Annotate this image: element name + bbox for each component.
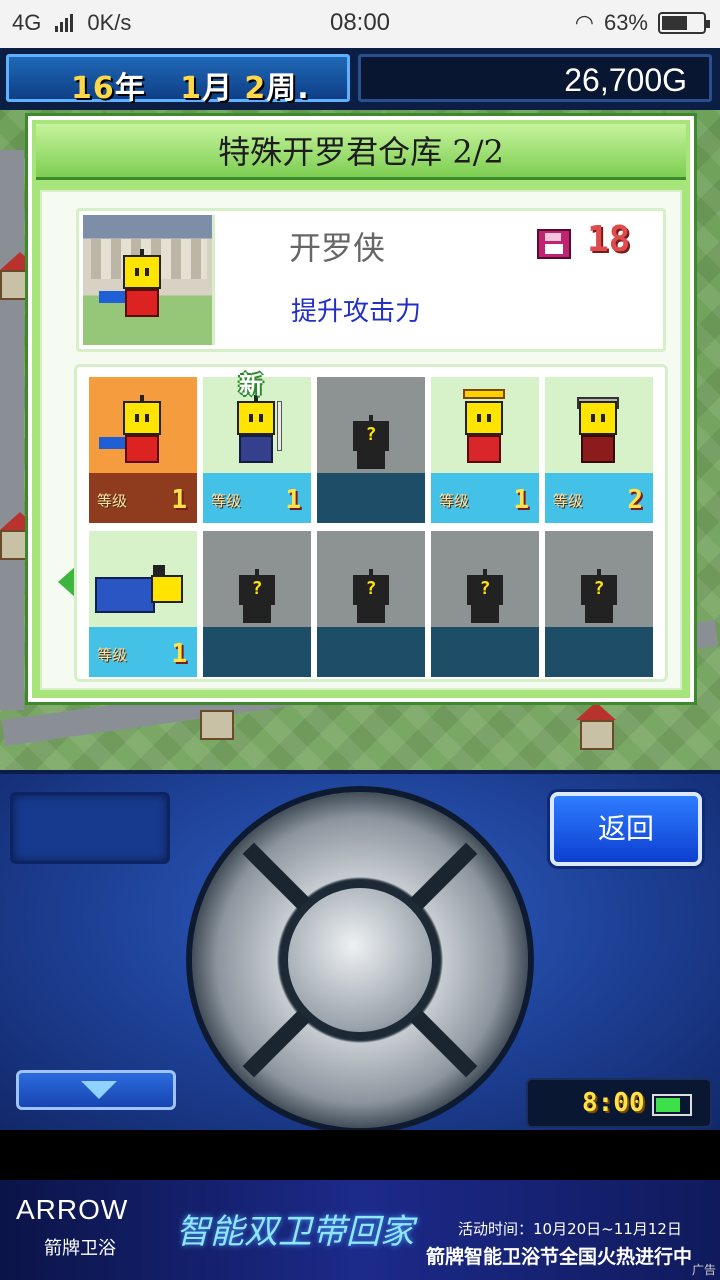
ad-banner[interactable]: ARROW 箭牌卫浴 智能双卫带回家 活动时间：10月20日~11月12日 箭牌… (0, 1180, 720, 1280)
month-number: 1 (180, 71, 202, 106)
game-clock-time: 8:00 (582, 1088, 645, 1118)
game-date: 16年 1月 2周. (6, 54, 350, 106)
character-slot-king[interactable]: 等级 1 (431, 377, 539, 523)
slot-base (203, 627, 311, 677)
empty-slot[interactable]: ? (317, 531, 425, 677)
year-unit: 年 (114, 71, 146, 106)
level-value: 1 (171, 485, 187, 515)
empty-slot[interactable]: ? (317, 377, 425, 523)
panel-body: 开罗侠 18 提升攻击力 等级 1 等级 1 新? 等级 1 等级 2 等级 1???? (40, 190, 682, 690)
locked-character-icon: ? (463, 569, 507, 623)
week-unit: 周 (266, 71, 298, 106)
level-label: 等级 (553, 492, 584, 510)
controller-panel: 返回 8:00 (0, 770, 720, 1130)
selected-name: 开罗侠 (289, 229, 386, 267)
game-hud: 16年 1月 2周. 26,700G (0, 48, 720, 110)
back-button[interactable]: 返回 (550, 792, 702, 866)
money-display: 26,700G (358, 54, 712, 102)
mystery-mark: ? (251, 578, 263, 599)
money-value: 26,700G (564, 62, 687, 98)
level-value: 1 (171, 639, 187, 669)
slot-base (317, 473, 425, 523)
ad-headline: 箭牌智能卫浴节全国火热进行中 (426, 1246, 693, 1268)
selected-effect: 提升攻击力 (291, 297, 422, 327)
level-label: 等级 (439, 492, 470, 510)
divider-band (0, 1130, 720, 1180)
slot-base (431, 627, 539, 677)
character-slot-train[interactable]: 等级 1 (89, 531, 197, 677)
locked-character-icon: ? (349, 415, 393, 469)
slot-base (545, 627, 653, 677)
mystery-mark: ? (365, 424, 377, 445)
level-label: 等级 (97, 492, 128, 510)
empty-slot[interactable]: ? (431, 531, 539, 677)
slot-base (317, 627, 425, 677)
controller-screen (10, 792, 170, 864)
level-label: 等级 (211, 492, 242, 510)
scroll-down-button[interactable] (16, 1070, 176, 1110)
status-bar: 4G 0K/s 08:00 ◠ 63% (0, 0, 720, 48)
ad-brand-sub: 箭牌卫浴 (44, 1238, 116, 1259)
character-slot-knight[interactable]: 等级 2 (545, 377, 653, 523)
year-number: 16 (71, 71, 115, 106)
character-grid: 等级 1 等级 1 新? 等级 1 等级 2 等级 1???? (74, 364, 668, 682)
ad-label: 广告 (691, 1263, 716, 1277)
ad-brand: ARROW (16, 1194, 129, 1225)
date-dot: . (297, 71, 310, 106)
mystery-mark: ? (365, 578, 377, 599)
dpad[interactable] (192, 792, 528, 1128)
month-unit: 月 (201, 71, 233, 106)
floppy-disk-icon (537, 229, 571, 259)
dpad-center-button[interactable] (280, 880, 440, 1040)
locked-character-icon: ? (235, 569, 279, 623)
ad-slogan: 智能双卫带回家 (176, 1212, 414, 1252)
warehouse-panel: 特殊开罗君仓库 2/2 开罗侠 18 提升攻击力 等级 1 等级 1 新? 等级 1 等级 2 等… (28, 116, 694, 702)
selected-info: 开罗侠 18 提升攻击力 (76, 208, 666, 352)
new-badge: 新 (239, 370, 263, 399)
battery-icon (658, 12, 710, 34)
panel-title: 特殊开罗君仓库 2/2 (36, 124, 686, 180)
wifi-icon: ◠ (574, 10, 594, 35)
locked-character-icon: ? (577, 569, 621, 623)
locked-character-icon: ? (349, 569, 393, 623)
mystery-mark: ? (593, 578, 605, 599)
ad-dates: 活动时间：10月20日~11月12日 (458, 1220, 682, 1238)
game-clock: 8:00 (526, 1078, 712, 1128)
level-value: 1 (513, 485, 529, 515)
week-number: 2 (244, 71, 267, 106)
battery-percent: 63% (603, 10, 648, 35)
character-slot-hero[interactable]: 等级 1 (89, 377, 197, 523)
level-value: 1 (285, 485, 301, 515)
mystery-mark: ? (479, 578, 491, 599)
selected-count: 18 (587, 219, 631, 260)
down-arrow-icon (81, 1081, 117, 1099)
game-battery-icon (652, 1094, 692, 1116)
selected-portrait (83, 215, 215, 345)
level-label: 等级 (97, 646, 128, 664)
empty-slot[interactable]: ? (203, 531, 311, 677)
character-slot-samurai[interactable]: 等级 1 新 (203, 370, 311, 523)
empty-slot[interactable]: ? (545, 531, 653, 677)
level-value: 2 (627, 485, 643, 515)
